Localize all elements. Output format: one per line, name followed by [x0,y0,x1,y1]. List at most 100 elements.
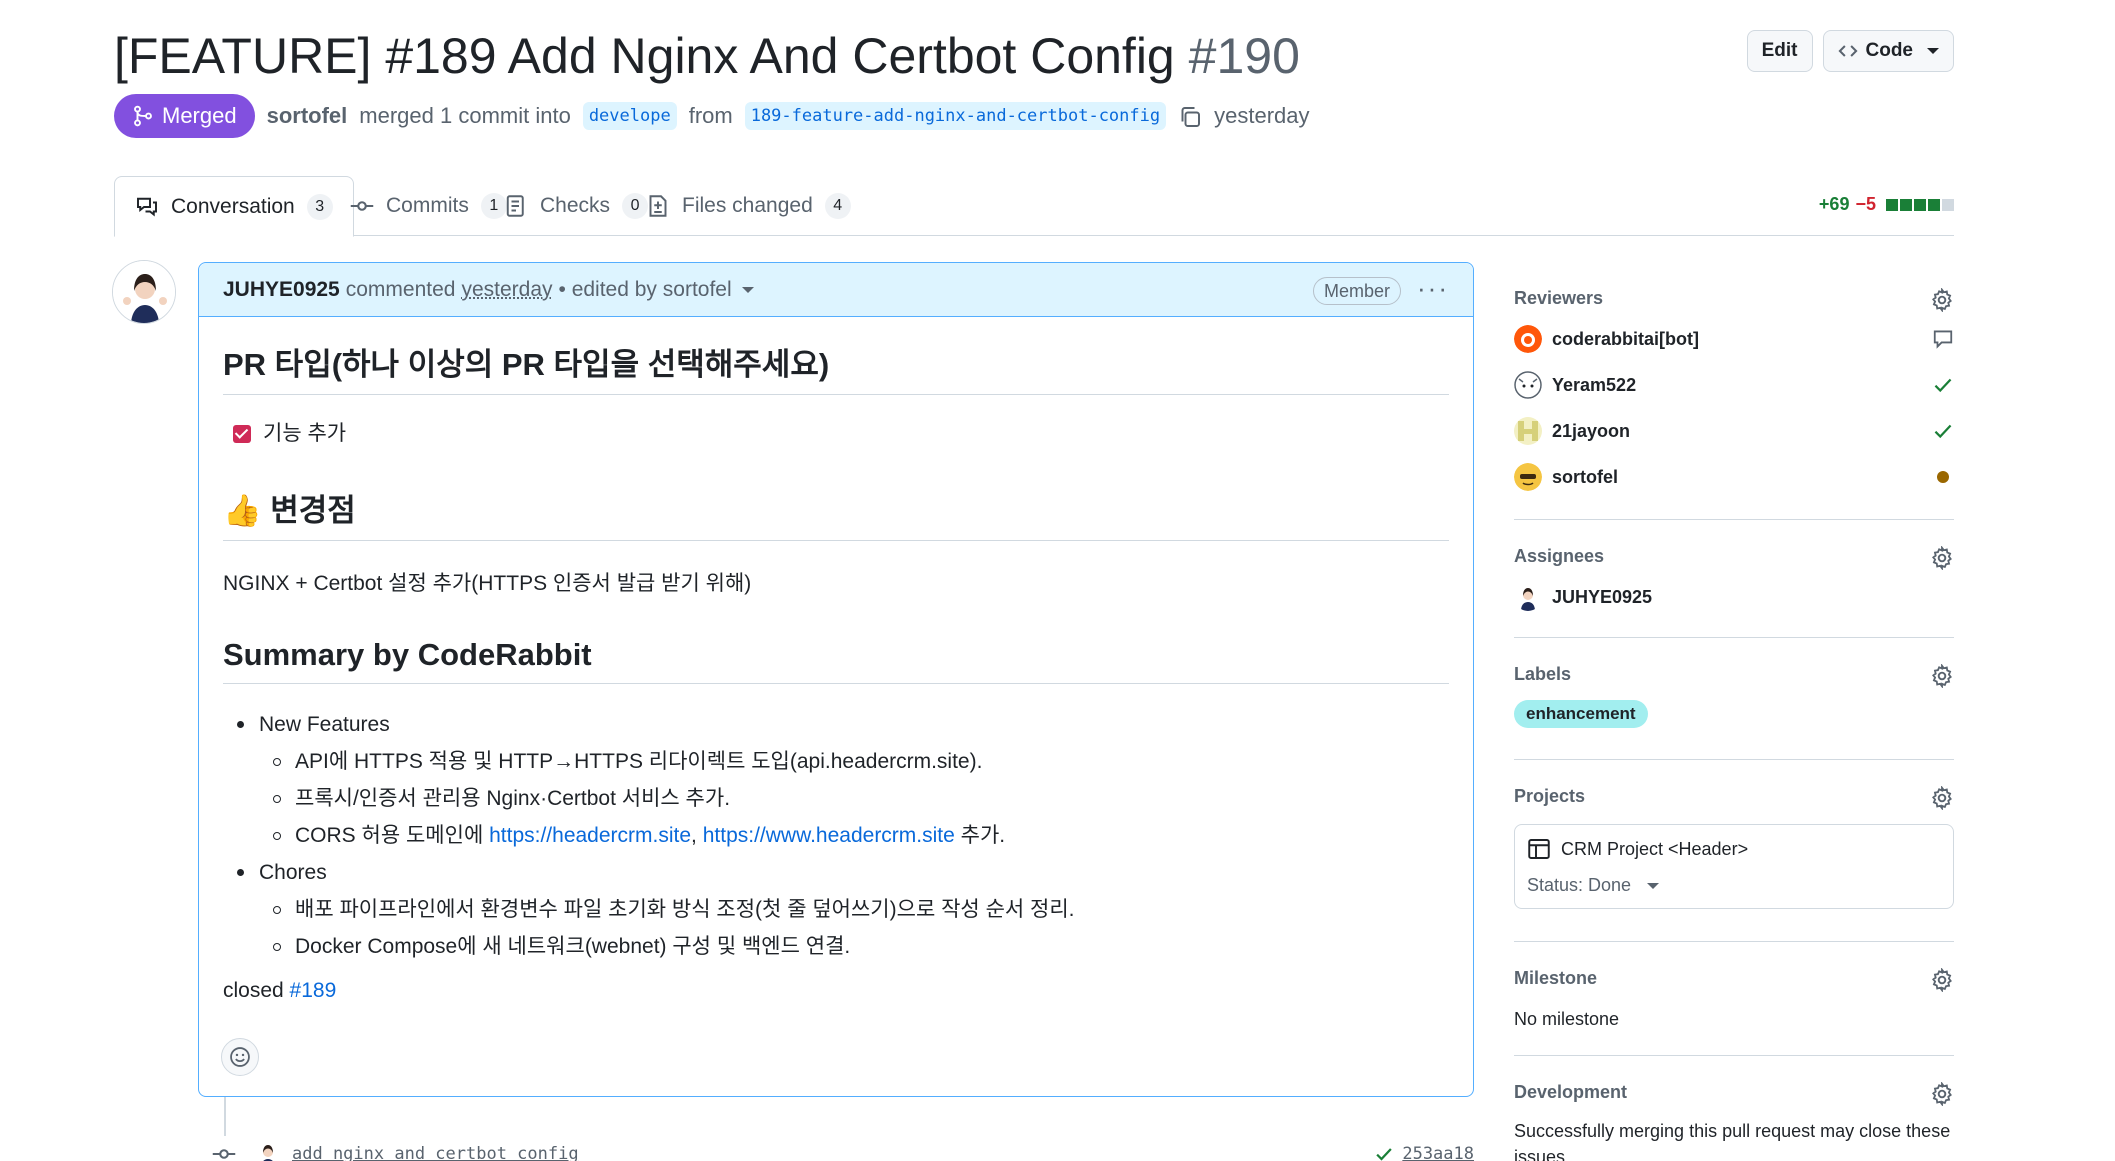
assignee-juhye0925[interactable]: JUHYE0925 [1514,574,1652,620]
pr-tabs: Conversation 3 Commits 1 Checks 0 Files … [114,176,1954,237]
assignees-title: Assignees [1514,546,1605,566]
closed-issue-text: closed #189 [223,979,1449,1003]
diffstat-bar [1886,198,1898,211]
milestone-value: No milestone [1514,1009,1620,1029]
reviewers-gear-icon[interactable] [1930,288,1954,312]
development-text: Successfully merging this pull request m… [1514,1121,1951,1161]
closed-prefix: closed [223,979,284,1002]
edit-button[interactable]: Edit [1746,30,1813,72]
tab-conversation-count: 3 [306,193,333,220]
pending-dot-icon [1932,466,1954,488]
comment-author-link[interactable]: JUHYE0925 [223,278,340,302]
diffstat-additions: +69 [1818,194,1850,214]
avatar [1514,325,1542,353]
reviewers-title: Reviewers [1514,288,1604,308]
pr-title: [FEATURE] #189 Add Nginx And Certbot Con… [114,26,1954,86]
merged-state-badge: Merged [114,94,255,138]
feature-3-separator: , [691,824,697,847]
commit-icon [350,201,374,211]
reviewer-sortofel[interactable]: sortofel [1514,454,1954,500]
project-name-row: CRM Project <Header> [1527,837,1941,861]
diffstat-bar [1914,198,1926,211]
commit-author-avatar[interactable] [254,1140,282,1161]
headercrm-link[interactable]: https://headercrm.site [489,824,691,847]
reviewers-list: coderabbitai[bot] Yeram522 21jayoon sort… [1514,316,1954,500]
issue-189-link[interactable]: #189 [290,979,337,1002]
pr-header: [FEATURE] #189 Add Nginx And Certbot Con… [114,26,1954,90]
list-item: CORS 허용 도메인에 https://headercrm.site, htt… [259,817,1449,854]
reviewer-name: 21jayoon [1552,420,1631,441]
comment-timestamp[interactable]: yesterday [461,278,552,302]
tab-files-label: Files changed [682,194,813,217]
base-branch-link[interactable]: develope [582,102,677,130]
avatar [1514,417,1542,445]
heading-pr-type: PR 타입(하나 이상의 PR 타입을 선택해주세요) [223,339,1449,395]
task-label: 기능 추가 [263,422,347,445]
project-card[interactable]: CRM Project <Header> Status: Done [1514,824,1954,909]
labels-title: Labels [1514,664,1572,684]
chevron-down-icon [1927,48,1939,54]
code-icon [1837,45,1858,57]
list-item: 배포 파이프라인에서 환경변수 파일 초기화 방식 조정(첫 줄 덮어쓰기)으로… [259,891,1449,928]
development-gear-icon[interactable] [1930,1082,1954,1106]
comment-verb: commented [345,277,456,301]
commit-sha-link[interactable]: 253aa18 [1374,1144,1474,1161]
avatar [1514,463,1542,491]
feature-3-prefix: CORS 허용 도메인에 [295,824,484,847]
copy-icon[interactable] [1178,103,1202,129]
reviewer-21jayoon[interactable]: 21jayoon [1514,408,1954,454]
milestone-gear-icon[interactable] [1930,968,1954,992]
reviewer-yeram522[interactable]: Yeram522 [1514,362,1954,408]
tab-files-changed[interactable]: Files changed 4 [626,176,871,236]
commit-sha: 253aa18 [1402,1144,1474,1161]
label-enhancement[interactable]: enhancement [1514,700,1648,728]
project-name[interactable]: CRM Project <Header> [1561,839,1748,860]
code-button[interactable]: Code [1822,30,1954,72]
add-reaction-button[interactable] [221,1038,259,1076]
diffstat-bar [1900,198,1912,211]
chores-sublist: 배포 파이프라인에서 환경변수 파일 초기화 방식 조정(첫 줄 덮어쓰기)으로… [259,891,1449,965]
conversation-icon [137,197,157,217]
heading-summary: Summary by CodeRabbit [223,637,1449,684]
edited-by-text[interactable]: • edited by sortofel [559,278,732,302]
comment-header: JUHYE0925 commented yesterday • edited b… [199,263,1473,317]
diffstat-bar [1928,198,1940,211]
merge-icon [134,105,152,127]
project-status-select[interactable]: Status: Done [1527,875,1941,896]
projects-gear-icon[interactable] [1930,786,1954,810]
milestone-section: Milestone No milestone [1514,942,1954,1056]
labels-gear-icon[interactable] [1930,664,1954,688]
member-badge: Member [1312,277,1401,305]
pr-number: #190 [1188,28,1300,84]
diffstat-bar [1942,198,1954,211]
diffstat: +69 −5 [1819,194,1954,215]
state-label: Merged [162,103,237,128]
tab-conversation-label: Conversation [171,194,295,218]
list-item: API에 HTTPS 적용 및 HTTP→HTTPS 리다이렉트 도입(api.… [259,743,1449,780]
comment-icon [1932,328,1954,350]
www-headercrm-link[interactable]: https://www.headercrm.site [703,824,955,847]
assignees-section: Assignees JUHYE0925 [1514,520,1954,638]
avatar [1514,583,1542,611]
comment-author-avatar[interactable] [112,260,176,324]
commit-message-link[interactable]: add nginx and certbot config [292,1144,579,1161]
assignee-name: JUHYE0925 [1552,586,1653,607]
edit-history-chevron-icon[interactable] [741,286,754,293]
merge-author-link[interactable]: sortofel [267,103,348,129]
changes-text: NGINX + Certbot 설정 추가(HTTPS 인증서 발급 받기 위해… [223,572,752,595]
task-item: 기능 추가 [223,417,1449,447]
task-checkbox[interactable] [233,425,251,444]
comment-options-icon[interactable]: ··· [1417,273,1449,304]
pr-sidebar: Reviewers coderabbitai[bot] Yeram522 21j… [1514,262,1954,1161]
assignees-gear-icon[interactable] [1930,546,1954,570]
reviewer-name: Yeram522 [1552,374,1637,395]
head-branch-link[interactable]: 189-feature-add-nginx-and-certbot-config [744,102,1167,130]
features-label: New Features [259,713,390,736]
reviewer-coderabbitai[interactable]: coderabbitai[bot] [1514,316,1954,362]
tab-files-count: 4 [824,193,851,219]
checklist-icon [506,195,524,217]
header-actions: Edit Code [1746,30,1954,72]
tab-checks-label: Checks [540,194,611,217]
file-diff-icon [649,195,667,217]
tab-conversation[interactable]: Conversation 3 [114,176,354,237]
